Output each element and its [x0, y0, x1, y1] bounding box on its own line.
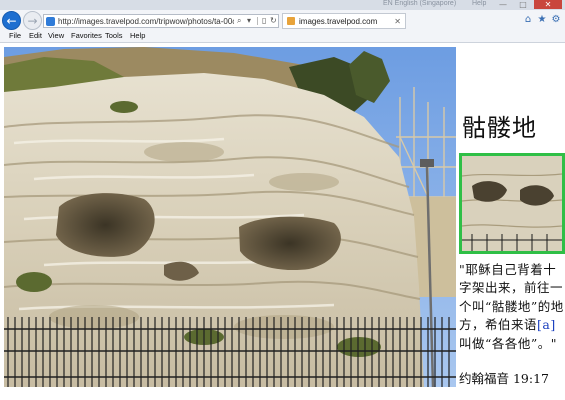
minimize-button[interactable]: — — [494, 0, 512, 9]
cliff-thumbnail[interactable] — [459, 153, 565, 254]
scripture-citation: 约翰福音 19:17 — [459, 371, 549, 386]
language-indicator[interactable]: EN English (Singapore) — [383, 0, 456, 7]
menu-help[interactable]: Help — [130, 30, 145, 42]
close-window-button[interactable]: ✕ — [534, 0, 562, 9]
home-icon[interactable]: ⌂ — [522, 14, 534, 26]
browser-chrome: EN English (Singapore) Help — □ ✕ ← → ht… — [0, 0, 565, 43]
tab-images-travelpod[interactable]: images.travelpod.com ✕ — [282, 13, 406, 29]
url-text[interactable]: http://images.travelpod.com/tripwow/phot… — [58, 16, 234, 27]
favicon-icon — [287, 17, 295, 25]
menu-bar: File Edit View Favorites Tools Help — [0, 30, 565, 42]
menu-file[interactable]: File — [9, 30, 21, 42]
page-content: 骷髅地 "耶稣自己背着十字架出来，前往一个叫“骷髅地”的地方，希伯来语[a]叫做… — [0, 43, 565, 400]
menu-view[interactable]: View — [48, 30, 64, 42]
cliff-photo — [4, 47, 456, 387]
menu-favorites[interactable]: Favorites — [71, 30, 102, 42]
maximize-button[interactable]: □ — [514, 0, 532, 9]
title-bar: EN English (Singapore) Help — □ ✕ — [0, 0, 565, 10]
menu-tools[interactable]: Tools — [105, 30, 123, 42]
gear-icon[interactable]: ⚙ — [550, 14, 562, 26]
dropdown-icon[interactable]: ▾ — [247, 15, 251, 27]
tab-title: images.travelpod.com — [299, 17, 378, 26]
back-button[interactable]: ← — [2, 11, 21, 30]
favorites-star-icon[interactable]: ★ — [536, 14, 548, 26]
back-arrow-icon: ← — [6, 13, 17, 28]
refresh-icon[interactable]: ↻ — [270, 15, 277, 27]
page-icon — [46, 17, 55, 26]
address-bar[interactable]: http://images.travelpod.com/tripwow/phot… — [43, 14, 279, 28]
search-icon[interactable]: ⌕ — [237, 15, 241, 27]
tab-close-icon[interactable]: ✕ — [394, 16, 401, 27]
page-title: 骷髅地 — [462, 114, 537, 142]
scripture-quote: "耶稣自己背着十字架出来，前往一个叫“骷髅地”的地方，希伯来语[a]叫做“各各他… — [459, 261, 565, 353]
help-label[interactable]: Help — [472, 0, 486, 7]
footnote-link[interactable]: [a] — [537, 317, 556, 332]
quote-text-part2: 叫做“各各他”。" — [459, 335, 558, 351]
forward-arrow-icon: → — [27, 13, 38, 28]
compat-view-icon[interactable]: ▯ — [262, 15, 266, 27]
menu-edit[interactable]: Edit — [29, 30, 42, 42]
forward-button[interactable]: → — [23, 11, 42, 30]
